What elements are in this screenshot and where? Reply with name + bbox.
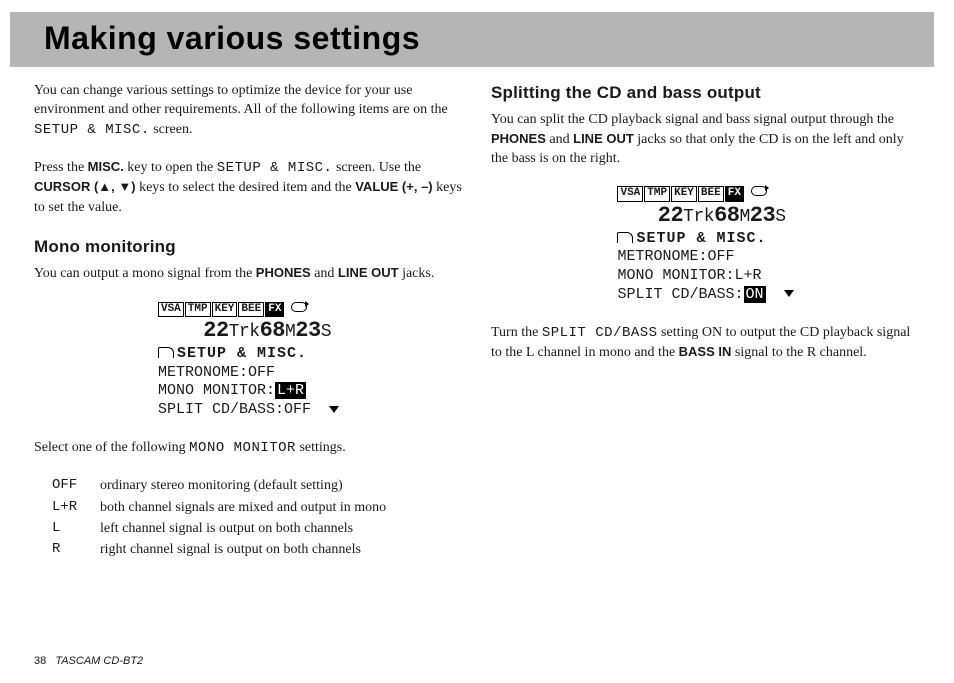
product-name: TASCAM CD-BT2	[55, 655, 143, 667]
repeat-icon	[291, 302, 307, 312]
tab-tmp: TMP	[644, 186, 670, 202]
intro-paragraph-1: You can change various settings to optim…	[34, 81, 463, 140]
screen-title-row: SETUP & MISC.	[617, 230, 793, 249]
page-title: Making various settings	[44, 20, 900, 57]
screen-title-row: SETUP & MISC.	[158, 345, 339, 364]
list-item: Lleft channel signal is output on both c…	[52, 519, 463, 538]
screen-tabs: VSATMPKEYBEEFX	[617, 186, 793, 202]
screen-row-3: SPLIT CD/BASS:OFF	[158, 401, 339, 420]
page-number: 38	[34, 655, 46, 667]
mono-heading: Mono monitoring	[34, 235, 463, 258]
folder-icon	[158, 345, 177, 362]
split-paragraph-2: Turn the SPLIT CD/BASS setting ON to out…	[491, 323, 920, 363]
tab-fx: FX	[265, 302, 284, 318]
tab-vsa: VSA	[158, 302, 184, 318]
tab-key: KEY	[671, 186, 697, 202]
screen-row-1: METRONOME:OFF	[617, 248, 793, 267]
split-paragraph-1: You can split the CD playback signal and…	[491, 110, 920, 168]
screen-row-1: METRONOME:OFF	[158, 364, 339, 383]
mono-paragraph-2: Select one of the following MONO MONITOR…	[34, 438, 463, 458]
screen-row-2: MONO MONITOR:L+R	[617, 267, 793, 286]
down-caret-icon	[784, 290, 794, 297]
screen-row-2: MONO MONITOR:L+R	[158, 382, 339, 401]
tab-vsa: VSA	[617, 186, 643, 202]
right-column: Splitting the CD and bass output You can…	[491, 81, 920, 561]
page-footer: 38 TASCAM CD-BT2	[34, 655, 143, 667]
tab-key: KEY	[212, 302, 238, 318]
folder-icon	[617, 230, 636, 247]
left-column: You can change various settings to optim…	[34, 81, 463, 561]
screen-tabs: VSATMPKEYBEEFX	[158, 302, 339, 318]
tab-bee: BEE	[238, 302, 264, 318]
split-heading: Splitting the CD and bass output	[491, 81, 920, 104]
split-screen: VSATMPKEYBEEFX 22Trk68M23S SETUP & MISC.…	[491, 186, 920, 304]
mono-options-list: OFFordinary stereo monitoring (default s…	[52, 476, 463, 559]
mono-paragraph-1: You can output a mono signal from the PH…	[34, 264, 463, 283]
title-bar: Making various settings	[10, 12, 934, 67]
list-item: OFFordinary stereo monitoring (default s…	[52, 476, 463, 495]
tab-tmp: TMP	[185, 302, 211, 318]
content-columns: You can change various settings to optim…	[0, 67, 954, 561]
screen-time: 22Trk68M23S	[158, 317, 339, 345]
down-caret-icon	[329, 406, 339, 413]
list-item: L+Rboth channel signals are mixed and ou…	[52, 498, 463, 517]
mono-screen: VSATMPKEYBEEFX 22Trk68M23S SETUP & MISC.…	[34, 302, 463, 420]
intro-paragraph-2: Press the MISC. key to open the SETUP & …	[34, 158, 463, 217]
screen-row-3: SPLIT CD/BASS:ON	[617, 286, 793, 305]
tab-bee: BEE	[698, 186, 724, 202]
repeat-icon	[751, 186, 767, 196]
screen-time: 22Trk68M23S	[617, 202, 793, 230]
tab-fx: FX	[725, 186, 744, 202]
list-item: Rright channel signal is output on both …	[52, 540, 463, 559]
